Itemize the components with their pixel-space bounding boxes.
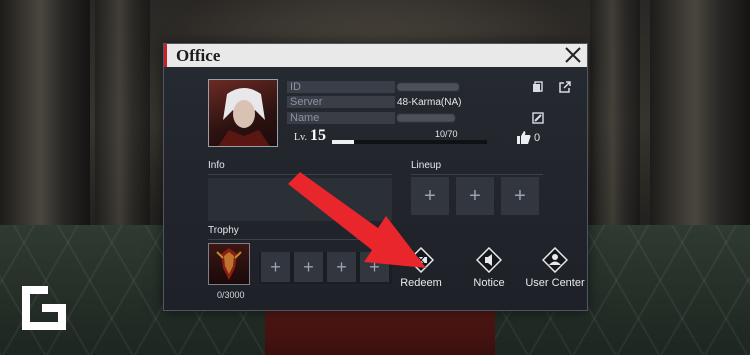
- xp-text: 10/70: [435, 129, 458, 139]
- like-count: 0: [534, 132, 541, 144]
- id-field: ID: [287, 81, 395, 93]
- notice-label: Notice: [473, 277, 505, 289]
- server-label: Server: [290, 96, 323, 108]
- watermark-logo: [22, 286, 66, 330]
- id-label: ID: [290, 81, 301, 93]
- edit-name-icon[interactable]: [531, 111, 545, 125]
- info-label: Info: [208, 160, 225, 171]
- add-icon: +: [514, 185, 526, 207]
- close-icon[interactable]: [563, 45, 583, 65]
- trophy-image[interactable]: [208, 243, 250, 285]
- xp-progress-fill: [332, 140, 355, 144]
- share-icon[interactable]: [558, 80, 572, 94]
- notice-button[interactable]: Notice: [454, 247, 524, 289]
- user-center-label: User Center: [525, 277, 585, 289]
- pointer-arrow: [288, 172, 426, 268]
- name-label: Name: [290, 112, 320, 124]
- xp-progress-bar: [332, 140, 487, 144]
- trophy-emblem: [216, 248, 242, 280]
- megaphone-icon: [476, 247, 502, 273]
- title-bar: Office: [164, 44, 587, 67]
- user-center-button[interactable]: User Center: [520, 247, 590, 289]
- dialog-title: Office: [176, 46, 221, 65]
- add-icon: +: [469, 185, 481, 207]
- user-icon: [542, 247, 568, 273]
- name-field: Name: [287, 112, 395, 124]
- player-avatar[interactable]: [208, 79, 278, 147]
- trophy-label: Trophy: [208, 225, 239, 236]
- level-value: 15: [310, 127, 326, 144]
- thumbs-up-icon[interactable]: [517, 131, 531, 144]
- copy-icon[interactable]: [531, 80, 545, 94]
- lineup-slot[interactable]: +: [456, 177, 494, 215]
- lineup-slot[interactable]: +: [501, 177, 539, 215]
- avatar-portrait: [218, 88, 270, 146]
- server-field: Server: [287, 96, 395, 108]
- id-value-redacted: [397, 83, 459, 91]
- trophy-count: 0/3000: [217, 290, 245, 300]
- name-value-redacted: [397, 114, 455, 122]
- level-prefix: Lv.: [294, 132, 307, 143]
- server-value: 48-Karma(NA): [397, 97, 462, 108]
